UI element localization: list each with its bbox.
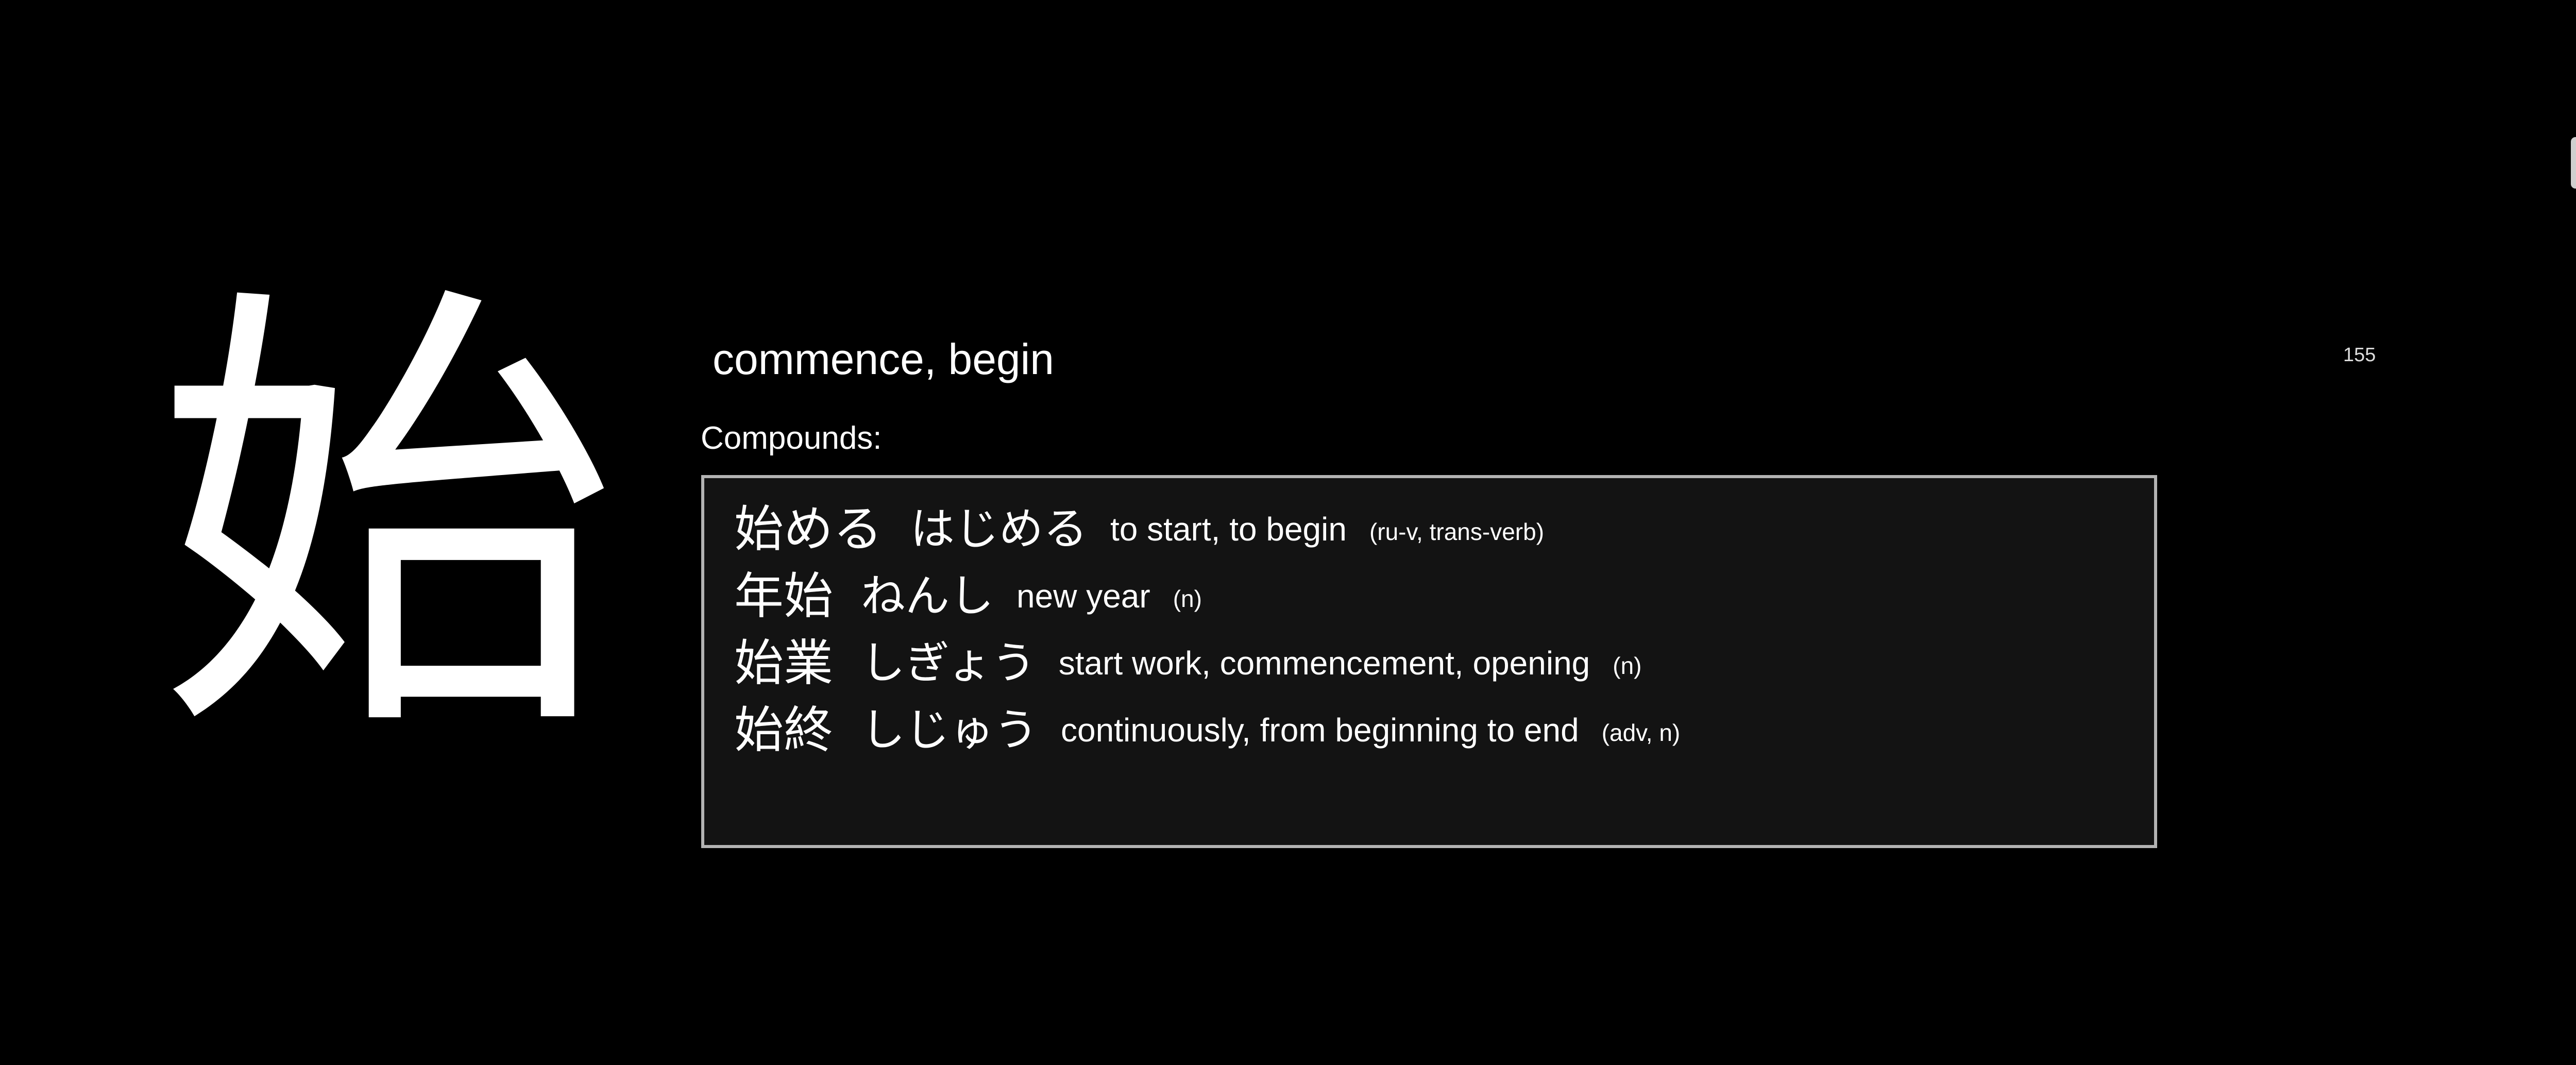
compound-kanji: 年始 [734,567,833,625]
compound-kanji: 始終 [734,701,833,759]
compound-part-of-speech: (n) [1173,585,1202,612]
compound-part-of-speech: (ru-v, trans-verb) [1369,518,1545,545]
compound-part-of-speech: (adv, n) [1601,719,1681,746]
compound-meaning: continuously, from beginning to end [1061,712,1579,749]
compound-reading: はじめる [910,503,1088,555]
compounds-list: 始める はじめる to start, to begin (ru-v, trans… [701,475,2157,848]
compound-kanji: 始業 [734,634,833,692]
compound-row: 始める はじめる to start, to begin (ru-v, trans… [734,496,2124,563]
scrollbar-handle[interactable] [2571,137,2576,189]
compound-row: 始業 しぎょう start work, commencement, openin… [734,630,2124,697]
compound-row: 始終 しじゅう continuously, from beginning to … [734,697,2124,764]
kanji-character: 始 [155,250,618,790]
compound-meaning: start work, commencement, opening [1058,645,1590,682]
kanji-meaning: commence, begin [713,335,1055,383]
compound-meaning: new year [1016,578,1150,615]
compound-reading: しじゅう [861,704,1038,756]
card-number: 155 [2343,344,2376,366]
compound-meaning: to start, to begin [1110,511,1347,548]
compound-row: 年始 ねんし new year (n) [734,563,2124,630]
compound-reading: ねんし [861,570,994,622]
compound-part-of-speech: (n) [1613,652,1642,679]
compounds-label: Compounds: [701,420,882,456]
compound-kanji: 始める [734,500,883,558]
compound-reading: しぎょう [861,637,1036,689]
